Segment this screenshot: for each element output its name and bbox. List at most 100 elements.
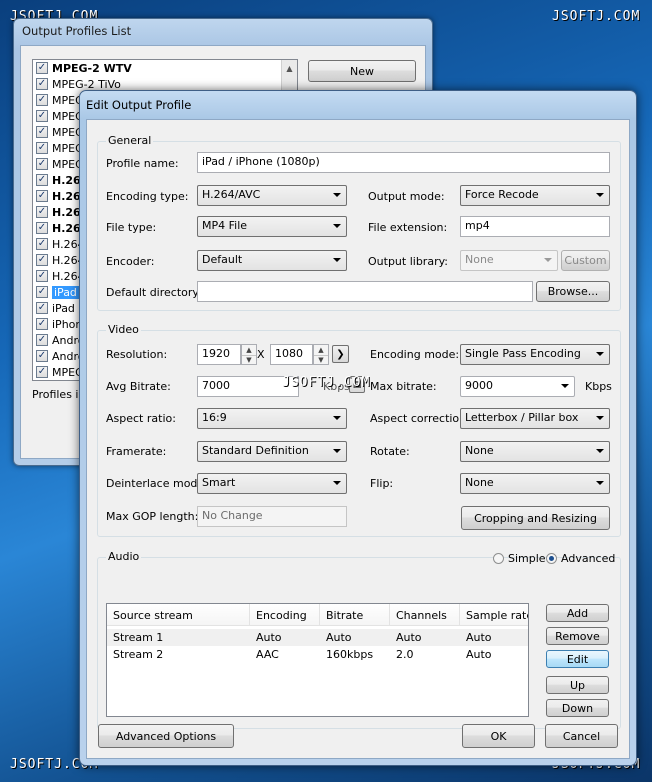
chevron-down-icon	[596, 416, 604, 420]
checkbox[interactable]: ✓	[36, 62, 48, 74]
add-stream-button[interactable]: Add	[546, 604, 609, 622]
remove-stream-button[interactable]: Remove	[546, 627, 609, 645]
rotate-label: Rotate:	[370, 445, 410, 458]
height-spinner[interactable]: ▲ ▼	[313, 344, 329, 365]
checkbox[interactable]: ✓	[36, 334, 48, 346]
audio-group-label: Audio	[106, 550, 142, 563]
simple-radio-label: Simple	[508, 552, 546, 565]
default-directory-input[interactable]	[197, 281, 533, 302]
max-bitrate-value: 9000	[465, 379, 493, 392]
advanced-radio[interactable]	[546, 553, 557, 564]
cropping-resizing-button[interactable]: Cropping and Resizing	[461, 506, 610, 530]
cell-sample-rate: Auto	[466, 631, 492, 644]
list-item[interactable]: ✓ MPEG-2 WTV	[33, 60, 297, 76]
cell-encoding: AAC	[256, 648, 279, 661]
max-bitrate-select[interactable]: 9000	[460, 376, 575, 397]
cell-source: Stream 2	[113, 648, 164, 661]
column-header-encoding[interactable]: Encoding	[250, 604, 320, 626]
checkbox[interactable]: ✓	[36, 238, 48, 250]
checkbox[interactable]: ✓	[36, 206, 48, 218]
move-up-button[interactable]: Up	[546, 676, 609, 694]
output-library-select: None	[460, 250, 558, 271]
spin-down-icon[interactable]: ▼	[314, 354, 328, 365]
table-row[interactable]: Stream 1 Auto Auto Auto Auto	[107, 629, 528, 646]
checkbox[interactable]: ✓	[36, 366, 48, 378]
audio-streams-table[interactable]: Source stream Encoding Bitrate Channels …	[106, 603, 529, 717]
default-directory-label: Default directory:	[106, 286, 202, 299]
column-header-bitrate[interactable]: Bitrate	[320, 604, 390, 626]
column-header-sample-rate[interactable]: Sample rate	[460, 604, 528, 626]
encoding-type-value: H.264/AVC	[202, 188, 261, 201]
simple-radio[interactable]	[493, 553, 504, 564]
new-profile-button[interactable]: New	[308, 60, 416, 82]
checkbox[interactable]: ✓	[36, 254, 48, 266]
cell-sample-rate: Auto	[466, 648, 492, 661]
cancel-button[interactable]: Cancel	[545, 724, 618, 748]
table-row[interactable]: Stream 2 AAC 160kbps 2.0 Auto	[107, 646, 528, 663]
spin-down-icon[interactable]: ▼	[242, 354, 256, 365]
browse-button[interactable]: Browse...	[536, 281, 610, 302]
checkbox[interactable]: ✓	[36, 270, 48, 282]
spin-up-icon[interactable]: ▲	[242, 345, 256, 355]
chevron-down-icon	[333, 449, 341, 453]
output-library-value: None	[465, 253, 494, 266]
column-header-channels[interactable]: Channels	[390, 604, 460, 626]
cell-bitrate: 160kbps	[326, 648, 374, 661]
rotate-select[interactable]: None	[460, 441, 610, 462]
max-bitrate-label: Max bitrate:	[370, 380, 437, 393]
checkbox[interactable]: ✓	[36, 126, 48, 138]
aspect-correction-label: Aspect correction:	[370, 412, 470, 425]
chevron-right-icon: ❯	[336, 348, 345, 360]
checkbox[interactable]: ✓	[36, 302, 48, 314]
advanced-options-button[interactable]: Advanced Options	[98, 724, 234, 748]
checkbox[interactable]: ✓	[36, 350, 48, 362]
avg-bitrate-label: Avg Bitrate:	[106, 380, 171, 393]
encoding-mode-select[interactable]: Single Pass Encoding	[460, 344, 610, 365]
checkbox[interactable]: ✓	[36, 78, 48, 90]
chevron-down-icon	[561, 384, 569, 388]
flip-value: None	[465, 476, 494, 489]
edit-stream-button[interactable]: Edit	[546, 650, 609, 668]
move-down-button[interactable]: Down	[546, 699, 609, 717]
width-spinner[interactable]: ▲ ▼	[241, 344, 257, 365]
gop-length-label: Max GOP length:	[106, 510, 199, 523]
chevron-down-icon	[544, 258, 552, 262]
cell-channels: 2.0	[396, 648, 414, 661]
encoding-type-select[interactable]: H.264/AVC	[197, 185, 347, 206]
checkbox[interactable]: ✓	[36, 222, 48, 234]
framerate-select[interactable]: Standard Definition	[197, 441, 347, 462]
encoder-select[interactable]: Default	[197, 250, 347, 271]
ok-button[interactable]: OK	[462, 724, 535, 748]
cell-bitrate: Auto	[326, 631, 352, 644]
rotate-value: None	[465, 444, 494, 457]
scroll-up-icon[interactable]: ▲	[282, 60, 297, 76]
checkbox[interactable]: ✓	[36, 94, 48, 106]
watermark-top-right: JSOFTJ.COM	[552, 9, 641, 24]
checkbox[interactable]: ✓	[36, 318, 48, 330]
column-header-source[interactable]: Source stream	[107, 604, 250, 626]
file-type-value: MP4 File	[202, 219, 248, 232]
file-type-select[interactable]: MP4 File	[197, 216, 347, 237]
output-mode-select[interactable]: Force Recode	[460, 185, 610, 206]
deinterlace-select[interactable]: Smart	[197, 473, 347, 494]
width-input[interactable]: 1920	[197, 344, 241, 365]
checkbox[interactable]: ✓	[36, 158, 48, 170]
chevron-down-icon	[333, 224, 341, 228]
list-item-label: MPEG-2 WTV	[52, 61, 132, 75]
flip-select[interactable]: None	[460, 473, 610, 494]
aspect-ratio-select[interactable]: 16:9	[197, 408, 347, 429]
video-group-label: Video	[106, 323, 141, 336]
checkbox[interactable]: ✓	[36, 190, 48, 202]
file-extension-input[interactable]: mp4	[460, 216, 610, 237]
profile-name-input[interactable]: iPad / iPhone (1080p)	[197, 152, 610, 173]
aspect-correction-select[interactable]: Letterbox / Pillar box	[460, 408, 610, 429]
checkbox[interactable]: ✓	[36, 174, 48, 186]
general-group-label: General	[106, 134, 154, 147]
spin-up-icon[interactable]: ▲	[314, 345, 328, 355]
checkbox[interactable]: ✓	[36, 110, 48, 122]
checkbox[interactable]: ✓	[36, 286, 48, 298]
checkbox[interactable]: ✓	[36, 142, 48, 154]
height-input[interactable]: 1080	[270, 344, 313, 365]
resolution-arrow-button[interactable]: ❯	[332, 345, 349, 363]
resolution-x-label: X	[257, 348, 265, 361]
